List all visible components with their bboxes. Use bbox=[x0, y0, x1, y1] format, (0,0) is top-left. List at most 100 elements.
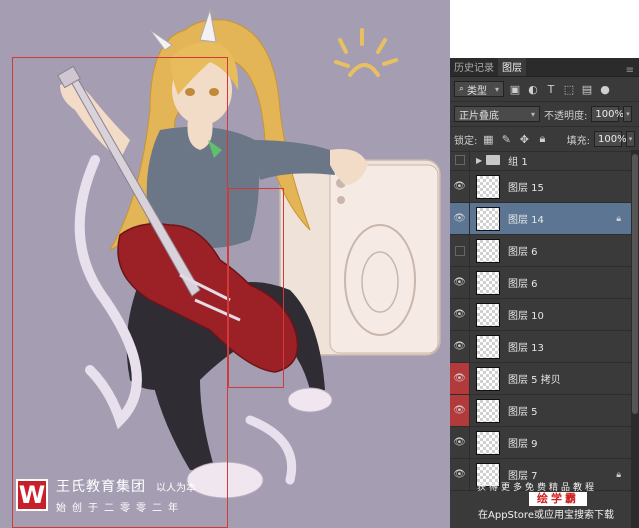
logo-subtitle: 始创于二零零二年 bbox=[56, 503, 184, 514]
opacity-dropdown-icon[interactable]: ▾ bbox=[623, 106, 633, 122]
expand-arrow-icon[interactable]: ▶ bbox=[476, 156, 482, 165]
folder-icon bbox=[486, 155, 501, 165]
layer-name: 图层 14 bbox=[508, 215, 544, 226]
filter-type-dropdown[interactable]: ⌕ 类型 ▾ bbox=[454, 81, 504, 97]
visibility-toggle[interactable]: 👁︎ bbox=[450, 331, 470, 362]
logo-badge: W bbox=[16, 479, 48, 511]
visibility-toggle[interactable]: 👁︎ bbox=[450, 427, 470, 458]
opacity-label: 不透明度: bbox=[544, 110, 588, 122]
visibility-toggle[interactable] bbox=[450, 235, 470, 266]
document-canvas[interactable]: W 王氏教育集团 以人为本 始创于二零零二年 bbox=[0, 0, 450, 528]
smart-object-filter-icon[interactable]: ▤ bbox=[580, 82, 594, 96]
filter-toggle-icon[interactable]: ● bbox=[598, 82, 612, 96]
layer-name: 图层 5 拷贝 bbox=[508, 375, 561, 386]
search-icon: ⌕ bbox=[459, 84, 465, 94]
layer-row[interactable]: 👁︎ 图层 15 bbox=[450, 171, 639, 203]
layer-thumbnail bbox=[476, 398, 500, 423]
adjustment-filter-icon[interactable]: ◐ bbox=[526, 82, 540, 96]
layer-name: 图层 6 bbox=[508, 279, 538, 290]
visibility-toggle[interactable] bbox=[450, 150, 470, 170]
type-filter-icon[interactable]: T bbox=[544, 82, 558, 96]
lock-transparent-icon[interactable]: ▦ bbox=[481, 132, 495, 146]
layer-name: 图层 15 bbox=[508, 183, 544, 194]
layer-row-selected[interactable]: 👁︎ 图层 14 🔒︎ bbox=[450, 203, 639, 235]
layer-thumbnail bbox=[476, 238, 500, 263]
layer-name: 图层 9 bbox=[508, 439, 538, 450]
eye-icon: 👁︎ bbox=[453, 373, 466, 384]
layers-scrollbar[interactable] bbox=[631, 150, 639, 528]
pixel-filter-icon[interactable]: ▣ bbox=[508, 82, 522, 96]
blend-mode-dropdown[interactable]: 正片叠底 ▾ bbox=[454, 106, 540, 122]
layer-row[interactable]: 👁︎ 图层 5 拷贝 bbox=[450, 363, 639, 395]
layer-thumbnail bbox=[476, 302, 500, 327]
chevron-down-icon: ▾ bbox=[530, 109, 535, 119]
layer-row[interactable]: 👁︎ 图层 10 bbox=[450, 299, 639, 331]
layer-thumbnail bbox=[476, 366, 500, 391]
blend-row: 正片叠底 ▾ 不透明度: 100% ▾ bbox=[450, 102, 639, 127]
tab-history[interactable]: 历史记录 bbox=[450, 58, 498, 76]
lock-label: 锁定: bbox=[454, 135, 478, 147]
layer-thumbnail bbox=[476, 430, 500, 455]
watermark-badge: 绘学霸 bbox=[529, 492, 587, 506]
logo-name: 王氏教育集团 bbox=[56, 479, 146, 495]
visibility-toggle[interactable]: 👁︎ bbox=[450, 203, 470, 234]
visibility-toggle[interactable]: 👁︎ bbox=[450, 459, 470, 490]
layer-row[interactable]: 图层 6 bbox=[450, 235, 639, 267]
layer-thumbnail bbox=[476, 270, 500, 295]
opacity-input[interactable]: 100% bbox=[591, 106, 624, 122]
eye-icon: 👁︎ bbox=[453, 405, 466, 416]
fill-dropdown-icon[interactable]: ▾ bbox=[626, 131, 635, 147]
background-gap bbox=[450, 0, 639, 58]
chevron-down-icon: ▾ bbox=[494, 84, 499, 94]
layer-lock-icon: 🔒︎ bbox=[616, 213, 621, 224]
lock-all-icon[interactable]: 🔒︎ bbox=[535, 132, 549, 146]
eye-icon: 👁︎ bbox=[453, 213, 466, 224]
watermark-bottom-text: 在AppStore或应用宝搜索下载 bbox=[478, 510, 614, 521]
layer-name: 图层 5 bbox=[508, 407, 538, 418]
shape-filter-icon[interactable]: ⬚ bbox=[562, 82, 576, 96]
selection-marquee-left bbox=[12, 57, 228, 528]
layer-row[interactable]: 👁︎ 图层 9 bbox=[450, 427, 639, 459]
logo-slogan: 以人为本 bbox=[156, 483, 196, 494]
lock-row: 锁定: ▦ ✎ ✥ 🔒︎ 填充: 100% ▾ bbox=[450, 127, 639, 152]
visibility-toggle[interactable]: 👁︎ bbox=[450, 171, 470, 202]
layer-lock-icon: 🔒︎ bbox=[616, 469, 621, 480]
eye-icon: 👁︎ bbox=[453, 437, 466, 448]
layer-thumbnail bbox=[476, 334, 500, 359]
fill-label: 填充: bbox=[566, 135, 590, 147]
filter-row: ⌕ 类型 ▾ ▣ ◐ T ⬚ ▤ ● bbox=[450, 77, 639, 102]
eye-icon: 👁︎ bbox=[453, 181, 466, 192]
fill-input[interactable]: 100% bbox=[594, 131, 627, 147]
layer-row-group[interactable]: ▶ 组 1 bbox=[450, 150, 639, 171]
visibility-off-icon bbox=[454, 155, 465, 165]
visibility-toggle[interactable]: 👁︎ bbox=[450, 395, 470, 426]
layer-name: 图层 6 bbox=[508, 247, 538, 258]
wangshi-logo: W 王氏教育集团 以人为本 始创于二零零二年 bbox=[16, 476, 196, 514]
sun-doodle bbox=[334, 28, 398, 77]
lock-position-icon[interactable]: ✥ bbox=[517, 132, 531, 146]
layer-row[interactable]: 👁︎ 图层 5 bbox=[450, 395, 639, 427]
selection-marquee-right bbox=[228, 188, 284, 388]
eye-icon: 👁︎ bbox=[453, 341, 466, 352]
tab-layers[interactable]: 图层 bbox=[498, 58, 526, 76]
layer-list: ▶ 组 1 👁︎ 图层 15 👁︎ 图层 14 🔒︎ 图层 6 👁︎ 图层 6 … bbox=[450, 150, 639, 528]
visibility-toggle[interactable]: 👁︎ bbox=[450, 299, 470, 330]
layer-row[interactable]: 👁︎ 图层 6 bbox=[450, 267, 639, 299]
filter-type-label: 类型 bbox=[467, 85, 488, 97]
layer-row[interactable]: 👁︎ 图层 13 bbox=[450, 331, 639, 363]
layer-name: 图层 10 bbox=[508, 311, 544, 322]
layer-thumbnail bbox=[476, 206, 500, 231]
eye-icon: 👁︎ bbox=[453, 469, 466, 480]
visibility-toggle[interactable]: 👁︎ bbox=[450, 267, 470, 298]
layers-panel: 历史记录 图层 ≡ ⌕ 类型 ▾ ▣ ◐ T ⬚ ▤ ● 正片叠底 ▾ 不透明度… bbox=[450, 58, 639, 528]
lock-pixels-icon[interactable]: ✎ bbox=[499, 132, 513, 146]
panel-menu-icon[interactable]: ≡ bbox=[621, 65, 639, 76]
eye-icon: 👁︎ bbox=[453, 277, 466, 288]
eye-icon: 👁︎ bbox=[453, 309, 466, 320]
scrollbar-thumb[interactable] bbox=[632, 154, 638, 414]
layer-name: 组 1 bbox=[508, 156, 528, 168]
layer-name: 图层 13 bbox=[508, 343, 544, 354]
visibility-off-icon bbox=[454, 245, 465, 256]
blend-mode-value: 正片叠底 bbox=[459, 110, 499, 122]
visibility-toggle[interactable]: 👁︎ bbox=[450, 363, 470, 394]
